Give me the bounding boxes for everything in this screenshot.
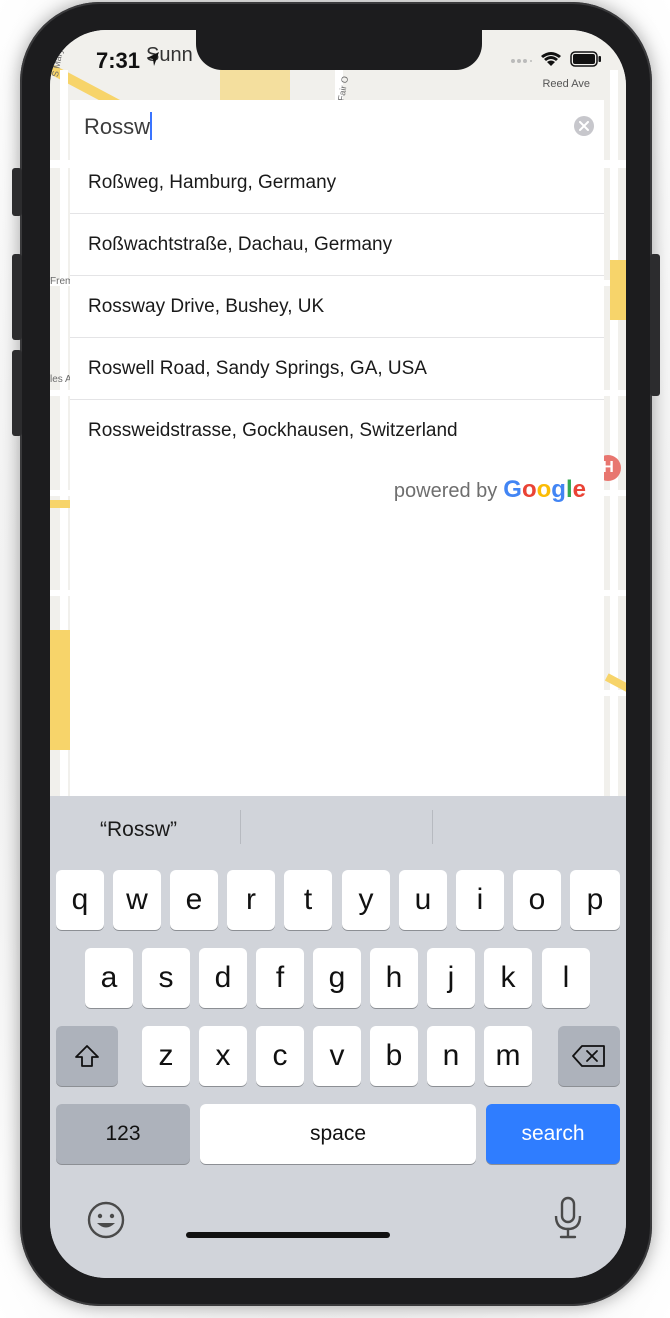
key-s[interactable]: s xyxy=(142,948,190,1008)
key-u[interactable]: u xyxy=(399,870,447,930)
microphone-icon[interactable] xyxy=(552,1196,584,1245)
key-n[interactable]: n xyxy=(427,1026,475,1086)
status-time: 7:31 xyxy=(96,48,141,73)
suggestion-label: Roswell Road, Sandy Springs, GA, USA xyxy=(88,358,427,379)
google-letter: l xyxy=(565,476,573,503)
predictive-suggestion[interactable]: “Rossw” xyxy=(100,818,177,842)
key-t[interactable]: t xyxy=(284,870,332,930)
suggestion-label: Rossweidstrasse, Gockhausen, Switzerland xyxy=(88,420,458,441)
suggestion-row[interactable]: Roßwachtstraße, Dachau, Germany xyxy=(70,214,604,276)
key-j[interactable]: j xyxy=(427,948,475,1008)
clear-search-button[interactable] xyxy=(574,116,594,136)
powered-by-text: powered by xyxy=(393,480,498,502)
key-d[interactable]: d xyxy=(199,948,247,1008)
mute-switch xyxy=(12,168,22,216)
google-letter: g xyxy=(551,476,566,503)
autocomplete-panel: Rossw Roßweg, Hamburg, Germany Roßwachts… xyxy=(70,100,604,800)
key-h[interactable]: h xyxy=(370,948,418,1008)
google-letter: G xyxy=(503,476,522,503)
divider xyxy=(240,810,241,844)
emoji-icon[interactable] xyxy=(86,1200,126,1245)
key-p[interactable]: p xyxy=(570,870,620,930)
key-q[interactable]: q xyxy=(56,870,104,930)
space-key[interactable]: space xyxy=(200,1104,476,1164)
google-letter: o xyxy=(521,476,537,503)
key-v[interactable]: v xyxy=(313,1026,361,1086)
text-caret xyxy=(150,112,152,140)
device-screen: H Sunn S Mary Ave Fair O Frem les A 7:31… xyxy=(50,30,626,1278)
search-input[interactable]: Rossw xyxy=(84,114,150,140)
key-y[interactable]: y xyxy=(342,870,390,930)
key-a[interactable]: a xyxy=(85,948,133,1008)
location-arrow-icon xyxy=(146,51,160,72)
key-m[interactable]: m xyxy=(484,1026,532,1086)
key-e[interactable]: e xyxy=(170,870,218,930)
numbers-key[interactable]: 123 xyxy=(56,1104,190,1164)
suggestion-row[interactable]: Rossway Drive, Bushey, UK xyxy=(70,276,604,338)
suggestion-label: Roßwachtstraße, Dachau, Germany xyxy=(88,234,393,255)
key-r[interactable]: r xyxy=(227,870,275,930)
key-g[interactable]: g xyxy=(313,948,361,1008)
search-key[interactable]: search xyxy=(486,1104,620,1164)
google-logo: Google xyxy=(503,476,586,504)
key-i[interactable]: i xyxy=(456,870,504,930)
suggestion-row[interactable]: Rossweidstrasse, Gockhausen, Switzerland xyxy=(70,400,604,462)
battery-icon xyxy=(570,51,602,72)
key-x[interactable]: x xyxy=(199,1026,247,1086)
cellular-signal-icon xyxy=(510,53,532,71)
google-letter: o xyxy=(536,476,552,503)
shift-key[interactable] xyxy=(56,1026,118,1086)
power-button xyxy=(650,254,660,396)
close-icon xyxy=(579,121,589,131)
suggestion-label: Rossway Drive, Bushey, UK xyxy=(88,296,325,317)
key-l[interactable]: l xyxy=(542,948,590,1008)
map-label: les A xyxy=(50,374,72,385)
predictive-bar: “Rossw” xyxy=(50,796,626,860)
status-icons xyxy=(510,51,602,72)
wifi-icon xyxy=(540,51,562,72)
key-w[interactable]: w xyxy=(113,870,161,930)
search-bar: Rossw xyxy=(70,100,604,156)
key-z[interactable]: z xyxy=(142,1026,190,1086)
map-label: Reed Ave xyxy=(542,78,590,90)
key-o[interactable]: o xyxy=(513,870,561,930)
suggestion-label: Roßweg, Hamburg, Germany xyxy=(88,172,337,193)
divider xyxy=(432,810,433,844)
volume-up-button xyxy=(12,254,22,340)
google-attribution: powered by Google xyxy=(394,476,586,504)
suggestion-row[interactable]: Roßweg, Hamburg, Germany xyxy=(70,152,604,214)
backspace-icon xyxy=(572,1045,605,1067)
key-b[interactable]: b xyxy=(370,1026,418,1086)
volume-down-button xyxy=(12,350,22,436)
delete-key[interactable] xyxy=(558,1026,620,1086)
key-c[interactable]: c xyxy=(256,1026,304,1086)
notch xyxy=(196,30,482,70)
key-f[interactable]: f xyxy=(256,948,304,1008)
home-indicator[interactable] xyxy=(186,1232,390,1238)
suggestion-row[interactable]: Roswell Road, Sandy Springs, GA, USA xyxy=(70,338,604,400)
keyboard: “Rossw” q w e r t y u i o p a s d f g h … xyxy=(50,796,626,1278)
google-letter: e xyxy=(572,476,586,503)
shift-arrow-icon xyxy=(75,1045,99,1067)
key-k[interactable]: k xyxy=(484,948,532,1008)
